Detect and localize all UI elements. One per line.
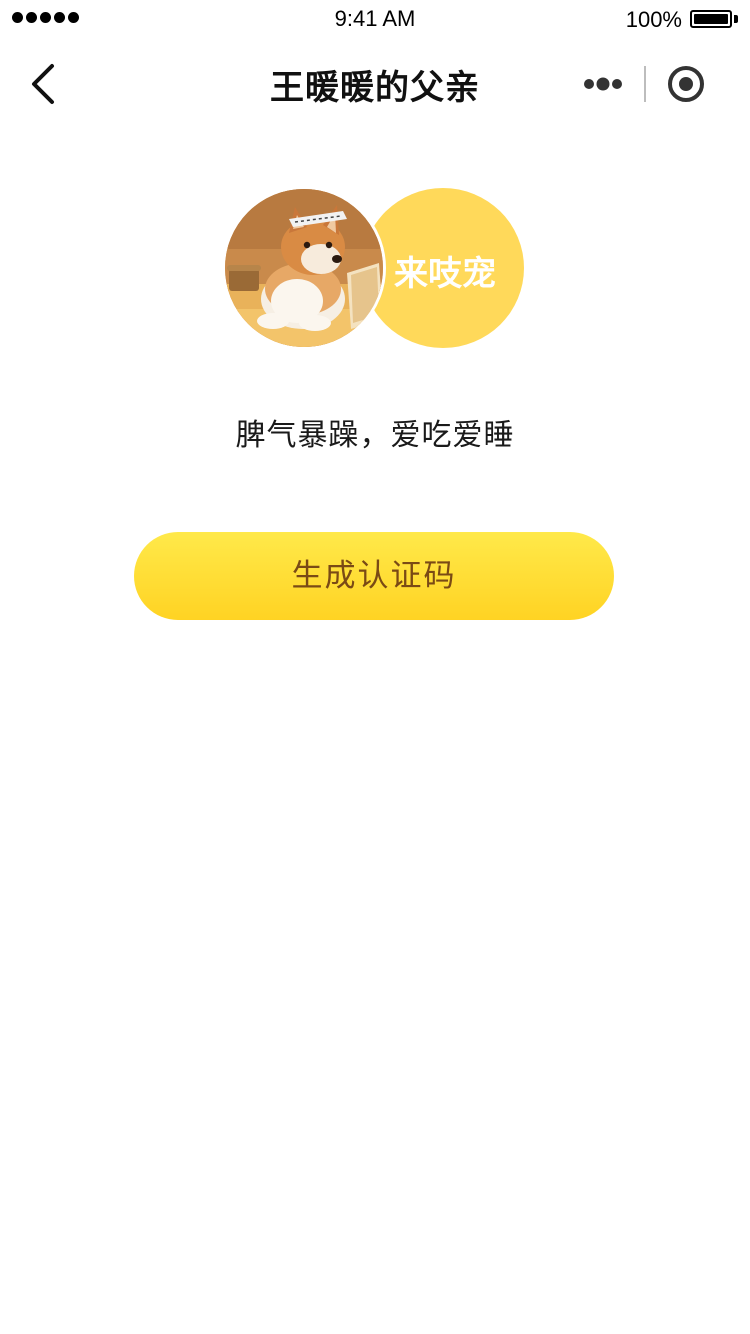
generate-auth-code-button[interactable]: 生成认证码 — [134, 532, 614, 620]
page-title: 王暖暖的父亲 — [270, 68, 480, 108]
shiba-dog-photo — [225, 189, 383, 347]
battery-percentage: 100% — [625, 7, 682, 32]
target-close-icon — [668, 66, 704, 102]
navigation-bar: 王暖暖的父亲 — [0, 40, 750, 128]
mini-program-capsule — [572, 60, 722, 108]
pet-description: 脾气暴躁，爱吃爱睡 — [235, 418, 515, 453]
battery-icon — [690, 10, 738, 28]
capsule-divider — [644, 66, 646, 102]
status-bar: 9:41 AM 100% — [0, 0, 750, 40]
chevron-left-icon — [32, 64, 54, 104]
close-mini-program-button[interactable] — [660, 60, 712, 108]
more-dots-icon — [584, 77, 622, 91]
pet-avatar — [222, 186, 386, 350]
back-button[interactable] — [22, 58, 66, 110]
more-button[interactable] — [572, 60, 642, 108]
brand-name: 来吱宠 — [394, 254, 496, 294]
